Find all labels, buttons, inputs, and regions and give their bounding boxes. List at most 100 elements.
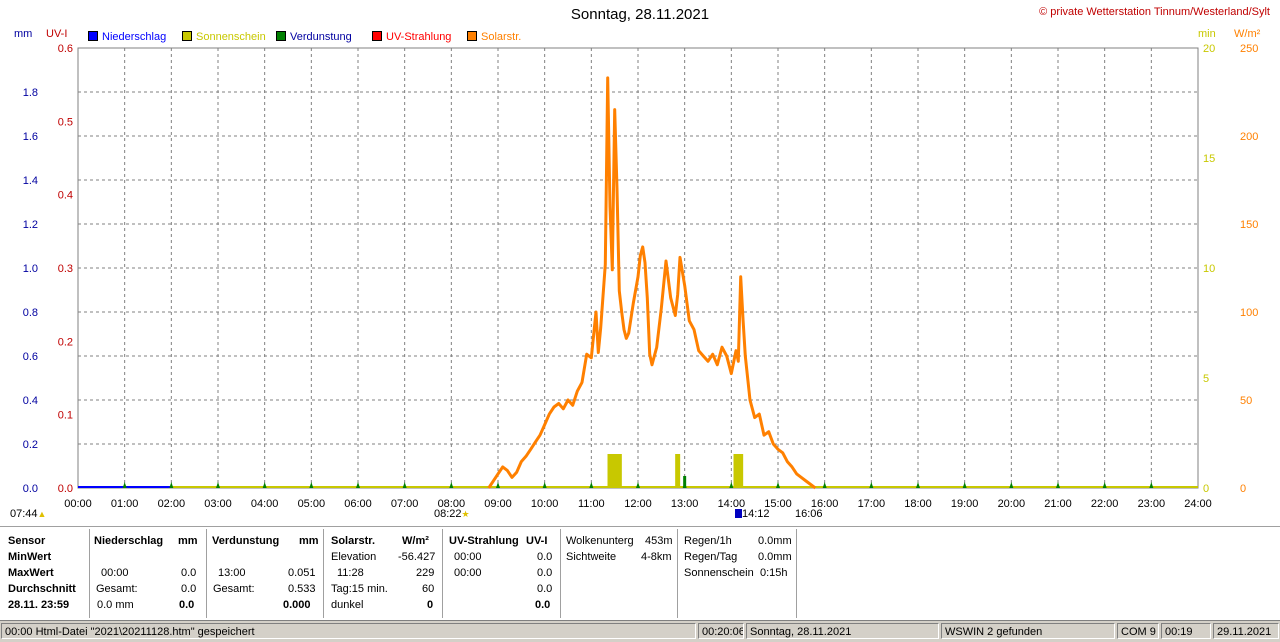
x-tick-label: 18:00 [904,498,932,510]
status-date: Sonntag, 28.11.2021 [746,623,939,639]
verdunstung-gesamt-val: 0.533 [288,583,316,595]
x-tick-label: 20:00 [998,498,1026,510]
solar-noon-icon [735,509,742,518]
solar-elev-label: Elevation [331,551,377,563]
y-tick-label-wm2: 200 [1240,131,1258,143]
sonnenschein-label: Sonnenschein [684,567,754,579]
sonnenschein-bar [738,454,744,488]
y-tick-label-uv: 0.0 [58,483,73,495]
regentag-val: 0.0mm [758,551,792,563]
verdunstung-header: Verdunstung [212,535,280,547]
col-divider [206,529,207,618]
y-tick-label-min: 10 [1203,263,1215,275]
y-tick-label-wm2: 150 [1240,219,1258,231]
y-tick-label-mm: 1.6 [23,131,38,143]
x-tick-label: 02:00 [158,498,186,510]
verdunstung-day-val: 0.000 [283,599,311,611]
y-tick-label-mm: 1.2 [23,219,38,231]
y-tick-label-min: 5 [1203,373,1209,385]
y-tick-label-mm: 1.4 [23,175,38,187]
status-bar: 00:00 Html-Datei "2021\20211128.htm" ges… [0,620,1280,642]
marker-solar-noon-label: 14:12 [742,508,770,520]
verdunstung-max-time: 13:00 [218,567,246,579]
wolken-label: Wolkenunterg [566,535,634,547]
uv-day-val: 0.0 [535,599,551,611]
verdunstung-bar [683,476,687,488]
sicht-label: Sichtweite [566,551,617,563]
x-tick-label: 12:00 [624,498,652,510]
y-tick-label-min: 20 [1203,43,1215,55]
x-tick-label: 24:00 [1184,498,1212,510]
status-clock: 00:19 [1161,623,1211,639]
y-tick-label-uv: 0.5 [58,116,73,128]
wolken-val: 453m [645,535,673,547]
sensor-row-day: 28.11. 23:59 [8,599,70,611]
marker-solar-start: 08:22★ [434,508,470,520]
uv-min-val: 0.0 [537,551,553,563]
niederschlag-max-val: 0.0 [181,567,197,579]
status-date2: 29.11.2021 [1213,623,1279,639]
solar-tag-val: 60 [422,583,435,595]
uv-max-val: 0.0 [537,567,553,579]
sensor-row-max: MaxWert [8,567,54,579]
y-tick-label-uv: 0.2 [58,336,73,348]
status-time: 00:20:06 [698,623,744,639]
sonnenschein-val: 0:15h [760,567,788,579]
x-tick-label: 05:00 [298,498,326,510]
marker-solar-noon: 14:12 [735,508,770,520]
x-tick-label: 13:00 [671,498,699,510]
x-tick-label: 22:00 [1091,498,1119,510]
niederschlag-day-label: 0.0 mm [97,599,134,611]
solar-elev-val: -56.427 [398,551,436,563]
sun-icon: ▲ [37,509,47,519]
marker-sunset: 16:06 [795,508,823,520]
sonnenschein-bar [616,454,622,488]
uv-unit: UV-I [526,535,548,547]
solar-max-time: 11:28 [337,567,364,579]
uv-max-time: 00:00 [454,567,482,579]
solar-header: Solarstr. [331,535,376,547]
x-tick-label: 06:00 [344,498,372,510]
niederschlag-max-time: 00:00 [101,567,129,579]
x-tick-label: 03:00 [204,498,232,510]
y-tick-label-mm: 1.8 [23,87,38,99]
y-tick-label-wm2: 100 [1240,307,1258,319]
status-com: COM 9 [1117,623,1159,639]
col-divider [323,529,324,618]
niederschlag-gesamt-label: Gesamt: [96,583,138,595]
uv-header: UV-Strahlung [449,535,519,547]
sonnenschein-bar [733,454,739,488]
marker-sunrise: 07:44▲ [10,508,46,520]
x-tick-label: 09:00 [484,498,512,510]
y-tick-label-mm: 0.0 [23,483,38,495]
y-tick-label-mm: 1.0 [23,263,38,275]
chart-plot: 00:00 01:00 02:00 03:00 04:00 05:00 06:00 07:00… [23,43,1259,510]
sicht-val: 4-8km [641,551,672,563]
col-divider [442,529,443,618]
y-tick-label-uv: 0.6 [58,43,73,55]
regentag-label: Regen/Tag [684,551,738,563]
solar-unit: W/m² [402,535,429,547]
verdunstung-max-val: 0.051 [288,567,316,579]
y-tick-label-mm: 0.6 [23,351,38,363]
sensor-header: Sensor [8,535,46,547]
x-tick-label: 01:00 [111,498,139,510]
y-tick-label-wm2: 50 [1240,395,1252,407]
sensor-row-min: MinWert [8,551,52,563]
table-top-border [0,526,1280,527]
x-tick-label: 10:00 [531,498,559,510]
x-tick-label: 17:00 [858,498,886,510]
sun-icon: ★ [461,509,470,519]
y-tick-label-uv: 0.3 [58,263,73,275]
x-tick-label: 19:00 [951,498,979,510]
solar-dunkel-val: 0 [427,599,434,611]
marker-solar-start-label: 08:22 [434,508,462,520]
x-tick-label: 00:00 [64,498,92,510]
solar-max-val: 229 [416,567,435,579]
sonnenschein-bar [607,454,613,488]
solar-dunkel-label: dunkel [331,599,364,611]
sonnenschein-bar [675,454,681,488]
x-tick-label: 07:00 [391,498,419,510]
col-divider [560,529,561,618]
sensor-row-avg: Durchschnitt [8,583,76,595]
